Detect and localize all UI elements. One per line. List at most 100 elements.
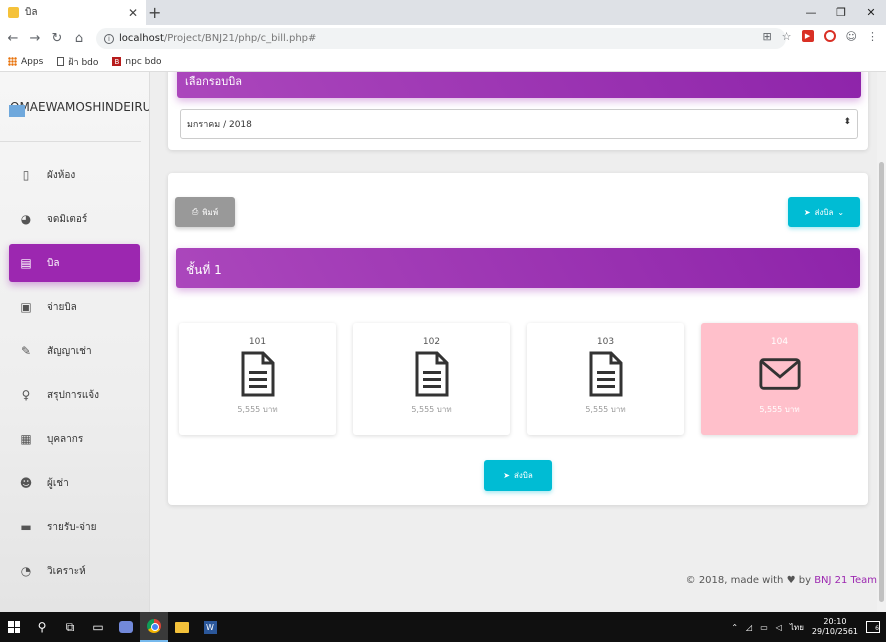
money-icon: ▣ bbox=[20, 300, 32, 314]
sidebar-nav: ▯ ผังห้อง ◕ จดมิเตอร์ ▤ บิล ▣ จ่ายบิล ✎ สัญญา… bbox=[0, 156, 149, 590]
bills-card: ⎙ พิมพ์ ➤ ส่งบิล ⌄ ชั้นที่ 1 101 5,555 บ… bbox=[168, 173, 868, 505]
room-card-104[interactable]: 104 5,555 บาท bbox=[701, 323, 858, 435]
sidebar-item-income-expense[interactable]: ▬ รายรับ-จ่าย bbox=[9, 508, 140, 546]
apps-grid-icon bbox=[8, 57, 17, 66]
sidebar-item-room-layout[interactable]: ▯ ผังห้อง bbox=[9, 156, 140, 194]
printer-icon: ⎙ bbox=[191, 207, 199, 216]
sidebar-item-label: วิเคราะห์ bbox=[47, 565, 86, 577]
print-button[interactable]: ⎙ พิมพ์ bbox=[175, 197, 235, 227]
chrome-icon bbox=[147, 619, 161, 633]
building-icon: ▯ bbox=[22, 168, 30, 182]
month-select[interactable]: มกราคม / 2018 ⬍ bbox=[180, 109, 858, 139]
file-text-icon bbox=[241, 351, 274, 397]
send-bill-button[interactable]: ➤ ส่งบิล bbox=[484, 460, 552, 491]
sidebar: OMAEWAMOSHINDEIRU ▯ ผังห้อง ◕ จดมิเตอร์ ▤ บ… bbox=[0, 72, 150, 612]
footer-by: by bbox=[798, 575, 811, 586]
discord-taskbar-button[interactable] bbox=[112, 612, 140, 642]
sidebar-item-analytics[interactable]: ◔ วิเคราะห์ bbox=[9, 552, 140, 590]
sidebar-item-contract[interactable]: ✎ สัญญาเช่า bbox=[9, 332, 140, 370]
reload-icon[interactable]: ↻ bbox=[48, 31, 66, 46]
scrollbar-thumb[interactable] bbox=[879, 162, 884, 602]
sidebar-item-label: จ่ายบิล bbox=[47, 301, 77, 313]
brand-name: OMAEWAMOSHINDEIRU bbox=[10, 99, 150, 114]
sidebar-item-label: สรุปการแจ้ง bbox=[47, 389, 100, 401]
bookmark-label: npc bdo bbox=[125, 56, 162, 67]
profile-avatar-icon[interactable]: ☺ bbox=[846, 30, 857, 43]
folder-icon bbox=[175, 621, 189, 633]
volume-icon[interactable]: ◁ bbox=[776, 623, 782, 632]
input-language[interactable]: ไทย bbox=[790, 621, 804, 634]
clock[interactable]: 20:10 29/10/2561 bbox=[812, 617, 858, 637]
sidebar-item-staff[interactable]: ▦ บุคลากร bbox=[9, 420, 140, 458]
opera-extension-icon[interactable] bbox=[823, 30, 836, 42]
task-view-icon[interactable]: ⧉ bbox=[56, 612, 84, 642]
home-icon[interactable]: ⌂ bbox=[70, 31, 88, 46]
sidebar-item-tenants[interactable]: ☻ ผู้เช่า bbox=[9, 464, 140, 502]
chevron-up-icon[interactable]: ⌃ bbox=[731, 623, 738, 632]
maximize-icon[interactable]: ❐ bbox=[826, 0, 856, 25]
room-price: 5,555 บาท bbox=[237, 405, 278, 414]
bookmark-item[interactable]: ฝ้า bdo bbox=[57, 55, 98, 69]
room-card-101[interactable]: 101 5,555 บาท bbox=[179, 323, 336, 435]
url-path: /Project/BNJ21/php/c_bill.php# bbox=[163, 33, 317, 44]
back-icon[interactable]: ← bbox=[4, 31, 22, 46]
notification-count: 6 bbox=[875, 625, 879, 632]
sidebar-item-label: บิล bbox=[47, 257, 60, 269]
room-number: 102 bbox=[422, 337, 441, 347]
file-explorer-taskbar-button[interactable] bbox=[168, 612, 196, 642]
discord-icon bbox=[119, 621, 133, 633]
send-bill-dropdown-button[interactable]: ➤ ส่งบิล ⌄ bbox=[788, 197, 860, 227]
network-icon[interactable]: ◿ bbox=[746, 623, 752, 632]
page-icon bbox=[57, 57, 65, 66]
extension-icon[interactable]: ▶ bbox=[801, 30, 814, 42]
sidebar-item-label: จดมิเตอร์ bbox=[47, 213, 88, 225]
clock-time: 20:10 bbox=[823, 617, 847, 626]
room-price: 5,555 บาท bbox=[411, 405, 452, 414]
bookmark-apps[interactable]: Apps bbox=[8, 57, 43, 67]
floor-heading: ชั้นที่ 1 bbox=[176, 248, 860, 288]
room-number: 101 bbox=[248, 337, 267, 347]
app-window-icon[interactable]: ▭ bbox=[84, 612, 112, 642]
clock-date: 29/10/2561 bbox=[811, 627, 858, 636]
start-button[interactable] bbox=[0, 612, 28, 642]
window-controls: — ❐ ✕ bbox=[796, 0, 886, 25]
url-input[interactable]: i localhost/Project/BNJ21/php/c_bill.php… bbox=[96, 28, 786, 49]
bookmark-item[interactable]: Bnpc bdo bbox=[112, 56, 162, 67]
brand[interactable]: OMAEWAMOSHINDEIRU bbox=[0, 72, 149, 142]
search-icon[interactable]: ⚲ bbox=[28, 612, 56, 642]
month-select-value: มกราคม / 2018 bbox=[187, 120, 252, 130]
translate-icon[interactable]: ⊞ bbox=[762, 30, 771, 43]
main-content: เลือกรอบบิล มกราคม / 2018 ⬍ ⎙ พิมพ์ ➤ ส่… bbox=[151, 72, 886, 612]
forward-icon[interactable]: → bbox=[26, 31, 44, 46]
battery-icon[interactable]: ▭ bbox=[760, 623, 768, 632]
sidebar-item-meter[interactable]: ◕ จดมิเตอร์ bbox=[9, 200, 140, 238]
menu-kebab-icon[interactable]: ⋮ bbox=[867, 30, 878, 43]
sidebar-item-label: สัญญาเช่า bbox=[47, 345, 92, 357]
sidebar-item-pay-bill[interactable]: ▣ จ่ายบิล bbox=[9, 288, 140, 326]
room-number: 104 bbox=[770, 337, 789, 347]
browser-tab[interactable]: บิล ✕ bbox=[0, 0, 146, 25]
room-number: 103 bbox=[596, 337, 615, 347]
bookmark-label: Apps bbox=[21, 56, 44, 67]
paper-plane-icon: ➤ bbox=[803, 207, 811, 217]
sidebar-item-reports[interactable]: ♀ สรุปการแจ้ง bbox=[9, 376, 140, 414]
footer-team-link[interactable]: BNJ 21 Team bbox=[814, 575, 877, 586]
room-card-103[interactable]: 103 5,555 บาท bbox=[527, 323, 684, 435]
notification-center-icon[interactable]: 6 bbox=[866, 621, 880, 633]
minimize-icon[interactable]: — bbox=[796, 0, 826, 25]
word-taskbar-button[interactable]: W bbox=[196, 612, 224, 642]
chrome-taskbar-button[interactable] bbox=[140, 612, 168, 642]
room-card-102[interactable]: 102 5,555 บาท bbox=[353, 323, 510, 435]
page-scrollbar[interactable] bbox=[877, 72, 886, 612]
document-icon: ▤ bbox=[20, 256, 32, 270]
window-close-icon[interactable]: ✕ bbox=[856, 0, 886, 25]
tab-close-icon[interactable]: ✕ bbox=[128, 6, 138, 20]
pie-chart-icon: ◔ bbox=[20, 564, 32, 578]
send-bill-label: ส่งบิล bbox=[814, 207, 834, 217]
new-tab-icon[interactable]: + bbox=[148, 3, 161, 22]
sidebar-item-bill[interactable]: ▤ บิล bbox=[9, 244, 140, 282]
site-info-icon[interactable]: i bbox=[104, 33, 114, 44]
room-price: 5,555 บาท bbox=[585, 405, 626, 414]
bookmark-star-icon[interactable]: ☆ bbox=[782, 30, 792, 43]
url-host: localhost bbox=[119, 33, 164, 44]
